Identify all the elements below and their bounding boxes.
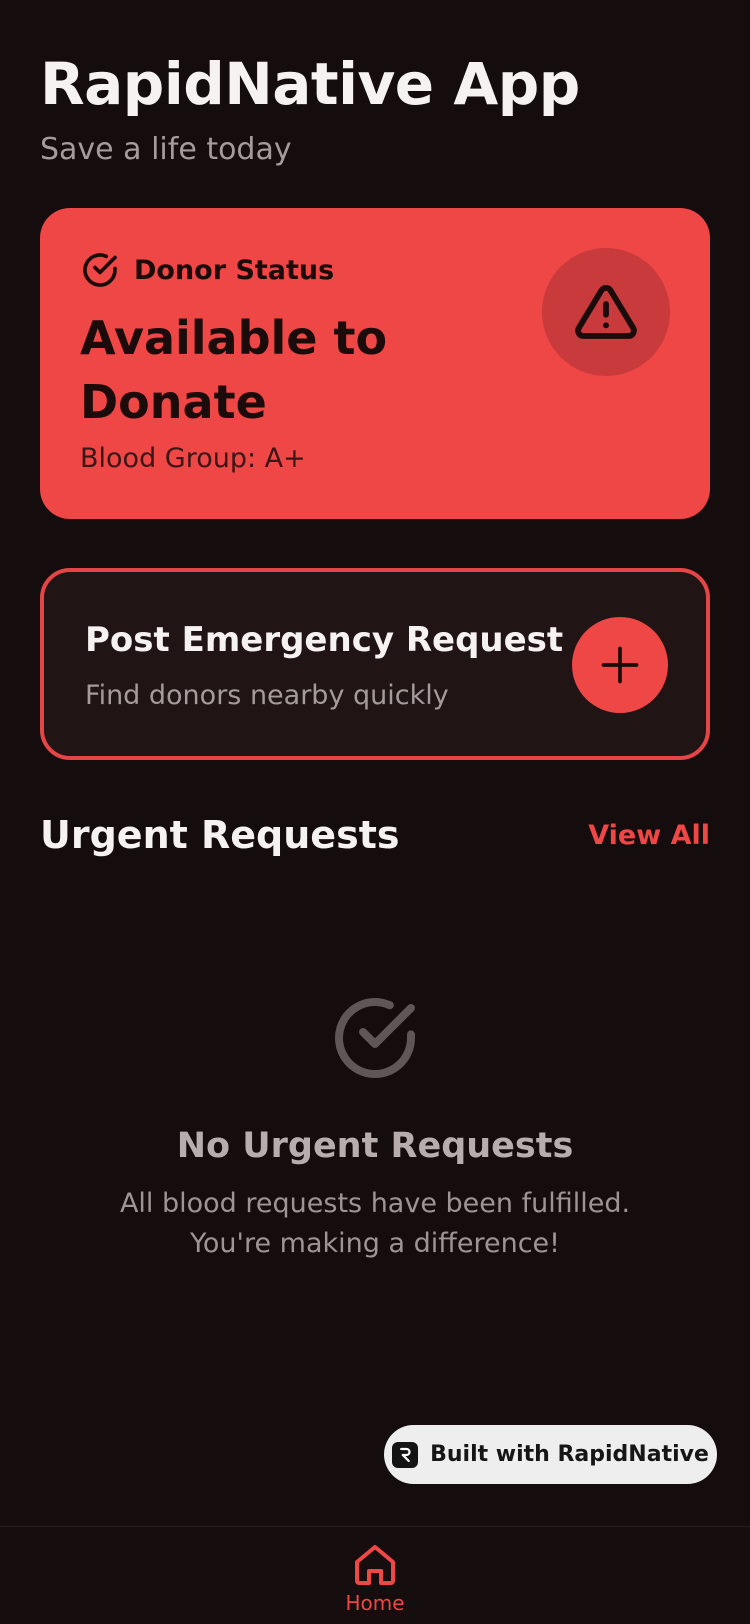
empty-state-line-1: All blood requests have been fulfilled. [119,1188,631,1219]
page-title: RapidNative App [40,50,580,118]
blood-group-text: Blood Group: A+ [80,443,306,474]
tab-home[interactable]: Home [325,1541,425,1615]
donor-status-label-row: Donor Status [80,250,334,290]
empty-state-line-2: You're making a difference! [190,1228,560,1259]
emergency-card-subtitle: Find donors nearby quickly [85,680,449,711]
empty-state-message: All blood requests have been fulfilled. … [0,1184,750,1264]
plus-icon [601,646,639,684]
built-with-badge[interactable]: Built with RapidNative [384,1425,717,1484]
built-with-text: Built with RapidNative [430,1442,709,1467]
urgent-requests-title: Urgent Requests [40,813,400,857]
emergency-card-title: Post Emergency Request [85,620,564,660]
check-circle-icon [335,998,415,1078]
donor-status-card[interactable]: Donor Status Available to Donate Blood G… [40,208,710,519]
app-screen: RapidNative App Save a life today Donor … [0,0,750,1624]
home-icon [355,1545,395,1585]
empty-state: No Urgent Requests All blood requests ha… [0,990,750,1264]
page-subtitle: Save a life today [40,132,292,167]
alert-badge[interactable] [542,248,670,376]
bottom-nav: Home [0,1526,750,1624]
add-request-button[interactable] [572,617,668,713]
view-all-link[interactable]: View All [588,820,710,851]
empty-state-title: No Urgent Requests [176,1126,574,1166]
check-circle-icon [83,253,117,287]
donor-status-value: Available to Donate [80,311,388,429]
alert-triangle-icon [575,284,637,339]
rapidnative-logo-icon [392,1441,419,1468]
tab-home-label: Home [345,1591,405,1615]
post-emergency-request-card[interactable]: Post Emergency Request Find donors nearb… [40,568,710,760]
donor-status-label: Donor Status [134,254,335,286]
